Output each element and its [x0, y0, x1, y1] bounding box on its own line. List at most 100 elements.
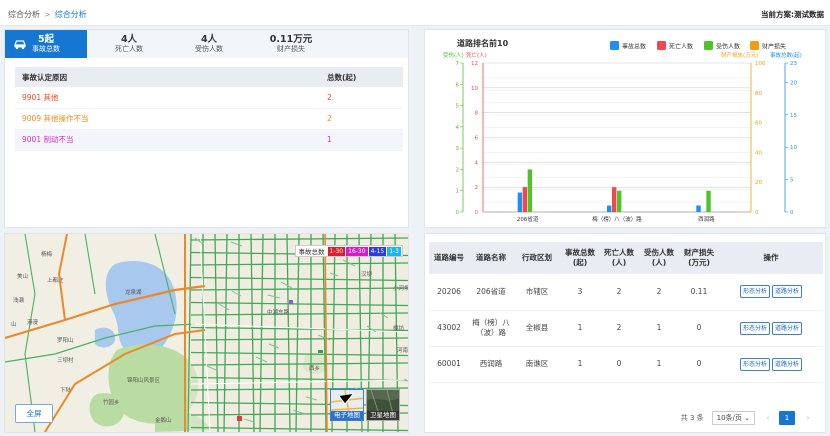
- left-axis-label-death: 死亡(人): [466, 51, 487, 59]
- form-analysis-button[interactable]: 形态分析: [739, 357, 770, 371]
- bar-2: [617, 190, 622, 212]
- map-place-label: 三坝村: [57, 356, 74, 364]
- road-total: 1: [561, 346, 599, 383]
- injury-axis-tick: 3: [456, 146, 460, 152]
- header-injuries: 受伤人数(人): [639, 242, 679, 274]
- total-axis-tick: 5: [790, 178, 794, 184]
- header-deaths: 死亡人数(人): [599, 242, 639, 274]
- death-axis-tick: 12: [471, 61, 478, 67]
- map-road: [84, 234, 96, 295]
- tab-deaths[interactable]: 4人 死亡人数: [89, 30, 169, 58]
- right-axis-label-loss: 财产损失(万元): [721, 51, 758, 59]
- electronic-map-toggle[interactable]: 电子地图: [330, 389, 364, 421]
- legend-title: 事故总数: [298, 248, 325, 256]
- road-actions: 形态分析 道路分析: [719, 310, 823, 347]
- cause-table: 事故认定原因 总数(起) 9901 其他 2 9009 其他操作不当 2 9001 制动…: [15, 67, 403, 151]
- header-actions: 操作: [719, 242, 823, 274]
- accident-map-panel[interactable]: 美山 上都庄 杨梅 浅濑山港漫 龙泉湖 罗阳山 三坝村 下陆 竹园乡 金鹅山 锦阳山风景区 中湖东路西…: [4, 233, 409, 433]
- chevron-down-icon: ⌄: [744, 414, 750, 422]
- tab-value: 4人: [200, 34, 218, 45]
- legend-range-1-3: 1-3: [387, 246, 401, 256]
- page-1-button[interactable]: 1: [779, 411, 795, 425]
- road-analysis-button[interactable]: 道路分析: [772, 321, 803, 335]
- map-legend: 事故总数 1-30 16-30 4-15 1-3: [294, 245, 403, 257]
- header-road-name: 道路名称: [469, 242, 513, 274]
- road-district: 南谯区: [513, 346, 561, 383]
- stats-tabs: 5起 事故总数 4人 死亡人数 4人 受伤人数 0.11万元 财产损失: [5, 30, 408, 58]
- satellite-map-toggle[interactable]: 卫星地图: [366, 389, 400, 421]
- road-loss: 0: [679, 310, 719, 347]
- breadcrumb-separator: >: [44, 10, 51, 19]
- death-axis-tick: 0: [475, 210, 479, 216]
- death-axis-tick: 10: [471, 86, 478, 92]
- loss-axis-tick: 0: [755, 210, 759, 216]
- header-loss: 财产损失(万元): [679, 242, 719, 274]
- map-place-label: 竹园乡: [103, 398, 120, 406]
- bar-0: [517, 192, 523, 212]
- road-analysis-button[interactable]: 道路分析: [772, 285, 803, 299]
- road-table-header: 道路编号 道路名称 行政区划 事故总数(起) 死亡人数(人) 受伤人数(人) 财…: [429, 242, 823, 274]
- fullscreen-button[interactable]: 全屏: [15, 404, 53, 423]
- map-place-label: 港漫: [27, 318, 39, 326]
- map-place-label: 中湖东路: [267, 308, 290, 316]
- injury-axis-tick: 7: [456, 61, 460, 67]
- loss-axis-tick: 20: [755, 180, 762, 186]
- road-name: 206省道: [469, 274, 513, 311]
- page-size-select[interactable]: 10条/页 ⌄: [711, 411, 755, 425]
- legend-swatch: [750, 41, 759, 50]
- cause-table-header: 事故认定原因 总数(起): [15, 67, 403, 87]
- injury-axis-tick: 6: [456, 82, 460, 88]
- road-code: 43002: [429, 310, 469, 347]
- right-axis-label-total: 事故总数(起): [770, 51, 802, 59]
- next-page-button[interactable]: ›: [801, 414, 815, 422]
- prev-page-button[interactable]: ‹: [761, 414, 775, 422]
- cause-name: 9901 其他: [15, 87, 327, 109]
- road-loss: 0: [679, 346, 719, 383]
- tab-label: 受伤人数: [195, 45, 223, 53]
- tab-label: 死亡人数: [115, 45, 143, 53]
- accident-stats-panel: 5起 事故总数 4人 死亡人数 4人 受伤人数 0.11万元 财产损失 事故认定…: [4, 29, 409, 228]
- bar-2: [706, 190, 711, 212]
- form-analysis-button[interactable]: 形态分析: [739, 285, 770, 299]
- map-place-label: 杨梅: [41, 250, 53, 258]
- loss-axis-tick: 60: [755, 121, 762, 127]
- header-total: 事故总数(起): [561, 242, 599, 274]
- total-axis-tick: 10: [790, 145, 797, 151]
- map-place-label: 龙泉湖: [125, 288, 142, 296]
- total-axis-tick: 0: [790, 210, 794, 216]
- road-injury: 1: [639, 346, 679, 383]
- tab-label: 财产损失: [277, 45, 305, 53]
- loss-axis-tick: 100: [755, 61, 766, 67]
- tab-property-loss[interactable]: 0.11万元 财产损失: [249, 30, 333, 58]
- road-total: 1: [561, 310, 599, 347]
- road-analysis-button[interactable]: 道路分析: [772, 357, 803, 371]
- legend-label: 事故总数: [622, 43, 646, 51]
- legend-swatch: [610, 41, 619, 50]
- form-analysis-button[interactable]: 形态分析: [739, 321, 770, 335]
- road-name: 西润路: [469, 346, 513, 383]
- page-size-value: 10条/页: [716, 414, 742, 422]
- map-place-label: 楼坊: [393, 324, 405, 332]
- header-count: 总数(起): [327, 67, 403, 87]
- breadcrumb-current[interactable]: 综合分析: [55, 10, 87, 19]
- tab-injuries[interactable]: 4人 受伤人数: [169, 30, 249, 58]
- road-list-panel: 道路编号 道路名称 行政区划 事故总数(起) 死亡人数(人) 受伤人数(人) 财…: [424, 233, 826, 433]
- map-place-label: 锦阳山风景区: [127, 376, 161, 384]
- legend-label: 死亡人数: [669, 43, 693, 51]
- cause-row[interactable]: 9001 制动不当 1: [15, 129, 403, 151]
- breadcrumb-home[interactable]: 综合分析: [8, 10, 40, 19]
- header-road-code: 道路编号: [429, 242, 469, 274]
- legend-swatch: [704, 41, 713, 50]
- scheme-label: 当前方案:: [761, 10, 794, 19]
- cause-row[interactable]: 9009 其他操作不当 2: [15, 108, 403, 130]
- loss-axis-tick: 40: [755, 150, 762, 156]
- header-district: 行政区划: [513, 242, 561, 274]
- cause-count: 1: [327, 129, 403, 151]
- road-code: 60001: [429, 346, 469, 383]
- cause-row[interactable]: 9901 其他 2: [15, 87, 403, 109]
- map-place-label: 西乡: [309, 365, 320, 372]
- road-code: 20206: [429, 274, 469, 311]
- map-place-label: 罗阳山: [57, 336, 74, 344]
- map-place-label: 小河坝: [393, 284, 408, 292]
- tab-total-accidents[interactable]: 5起 事故总数: [5, 30, 87, 58]
